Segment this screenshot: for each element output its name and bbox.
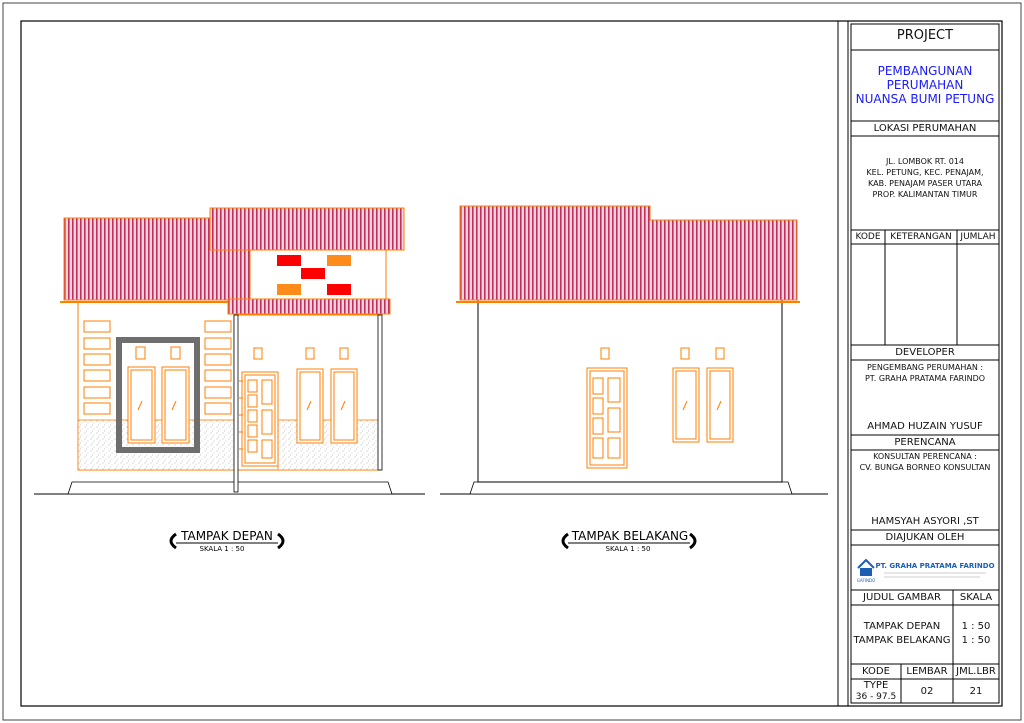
project-name-line: PEMBANGUNAN <box>877 64 973 78</box>
architectural-drawing-sheet: TAMPAK DEPAN SKALA 1 : 50 TAMPAK BELAKAN… <box>2 2 1022 721</box>
developer-label: DEVELOPER <box>895 347 955 358</box>
accent-tile <box>277 284 301 295</box>
drawing-scale-item: 1 : 50 <box>961 635 991 646</box>
drawing-title-item: TAMPAK DEPAN <box>863 621 941 632</box>
table-header-kode: KODE <box>855 232 881 242</box>
footer-type-value: 36 - 97.5 <box>855 692 897 702</box>
location-line: KEL. PETUNG, KEC. PENAJAM, <box>866 168 984 177</box>
planner-line: KONSULTAN PERENCANA : <box>873 452 977 461</box>
accent-tile <box>277 255 301 266</box>
logo-company-name: PT. GRAHA PRATAMA FARINDO <box>875 562 994 570</box>
total-sheets: 21 <box>969 686 983 697</box>
stone-cladding-right <box>277 419 381 471</box>
view-label-front: TAMPAK DEPAN SKALA 1 : 50 <box>169 529 285 553</box>
location-label: LOKASI PERUMAHAN <box>873 123 977 134</box>
table-header-keterangan: KETERANGAN <box>890 232 952 242</box>
location-line: PROP. KALIMANTAN TIMUR <box>872 190 978 199</box>
view-label-rear: TAMPAK BELAKANG SKALA 1 : 50 <box>561 529 697 553</box>
drawing-title-label: JUDUL GAMBAR <box>863 592 941 603</box>
view-scale: SKALA 1 : 50 <box>606 545 651 553</box>
accent-tile <box>327 284 351 295</box>
footer-header-jml-lbr: JML.LBR <box>956 666 996 677</box>
front-door <box>239 371 279 467</box>
view-title: TAMPAK DEPAN <box>180 529 273 543</box>
stone-cladding-left <box>77 419 235 471</box>
sheet-number: 02 <box>920 686 934 697</box>
developer-person: AHMAD HUZAIN YUSUF <box>867 421 983 432</box>
rear-roof <box>459 205 798 301</box>
front-elevation <box>34 207 425 495</box>
developer-line: PT. GRAHA PRATAMA FARINDO <box>864 374 986 383</box>
project-name-line: PERUMAHAN <box>886 78 964 92</box>
planner-label: PERENCANA <box>894 437 956 448</box>
planner-line: CV. BUNGA BORNEO KONSULTAN <box>859 463 991 472</box>
rear-wall <box>477 299 783 483</box>
table-header-jumlah: JUMLAH <box>960 232 996 242</box>
scale-label: SKALA <box>959 592 993 603</box>
footer-header-kode: KODE <box>862 666 890 677</box>
rear-elevation <box>440 205 828 495</box>
company-logo: GAFINDO PT. GRAHA PRATAMA FARINDO <box>857 558 995 583</box>
upper-roof <box>209 207 405 251</box>
view-title: TAMPAK BELAKANG <box>571 529 688 543</box>
developer-line: PENGEMBANG PERUMAHAN : <box>866 363 984 372</box>
accent-tile <box>327 255 351 266</box>
location-line: KAB. PENAJAM PASER UTARA <box>868 179 982 188</box>
submitted-label: DIAJUKAN OLEH <box>885 532 965 543</box>
footer-type-label: TYPE <box>863 680 889 691</box>
planner-person: HAMSYAH ASYORI ,ST <box>871 516 979 527</box>
drawing-title-item: TAMPAK BELAKANG <box>853 635 951 646</box>
footer-header-lembar: LEMBAR <box>906 666 948 677</box>
porch-roof <box>227 298 391 315</box>
logo-mark: GAFINDO <box>857 578 876 583</box>
view-scale: SKALA 1 : 50 <box>200 545 245 553</box>
location-line: JL. LOMBOK RT. 014 <box>886 157 964 166</box>
drawing-scale-item: 1 : 50 <box>961 621 991 632</box>
project-name-line: NUANSA BUMI PETUNG <box>855 92 995 106</box>
project-label: PROJECT <box>896 28 954 43</box>
accent-tile <box>301 268 325 279</box>
